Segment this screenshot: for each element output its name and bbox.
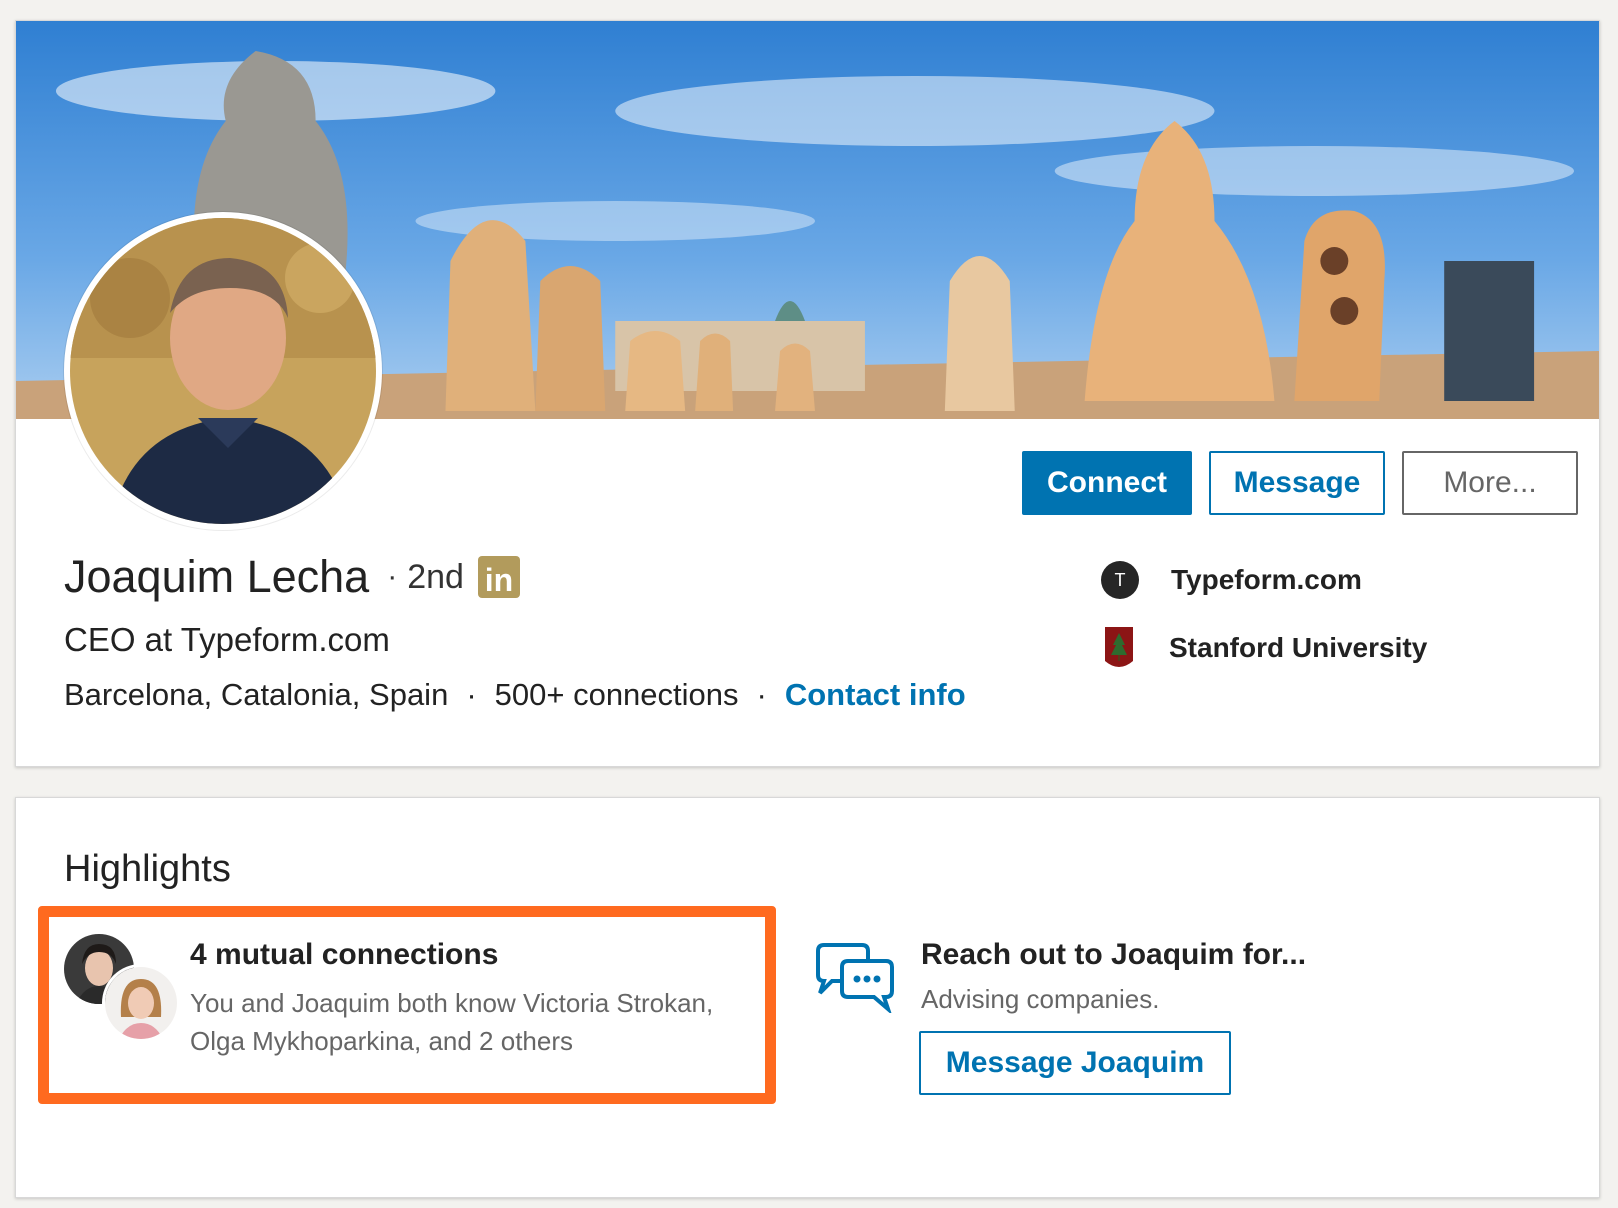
connection-degree: 2nd bbox=[407, 557, 464, 596]
connect-button[interactable]: Connect bbox=[1022, 451, 1192, 515]
name-row: Joaquim Lecha · 2nd in bbox=[64, 551, 520, 603]
profile-meta: Barcelona, Catalonia, Spain · 500+ conne… bbox=[64, 677, 966, 713]
meta-separator: · bbox=[756, 677, 767, 712]
profile-name: Joaquim Lecha bbox=[64, 551, 370, 602]
org-name: Stanford University bbox=[1169, 632, 1428, 663]
message-joaquim-button[interactable]: Message Joaquim bbox=[919, 1031, 1231, 1095]
org-stanford[interactable]: Stanford University bbox=[1101, 623, 1427, 673]
typeform-logo-icon: T bbox=[1101, 561, 1139, 599]
chat-bubbles-icon bbox=[816, 943, 894, 1013]
mutual-connections-title[interactable]: 4 mutual connections bbox=[190, 938, 498, 972]
highlights-card: Highlights 4 mutual connections You and … bbox=[15, 797, 1600, 1198]
org-typeform[interactable]: T Typeform.com bbox=[1101, 561, 1362, 599]
profile-avatar[interactable] bbox=[64, 212, 382, 530]
more-button[interactable]: More... bbox=[1402, 451, 1578, 515]
degree-separator: · bbox=[387, 560, 398, 593]
mutual-connections-description: You and Joaquim both know Victoria Strok… bbox=[190, 988, 714, 1056]
reach-out-description: Advising companies. bbox=[921, 984, 1160, 1014]
profile-headline: CEO at Typeform.com bbox=[64, 621, 390, 658]
connections-count: 500+ connections bbox=[494, 677, 739, 712]
org-name: Typeform.com bbox=[1171, 564, 1362, 595]
profile-card: Connect Message More... Joaquim Lecha · … bbox=[15, 20, 1600, 767]
message-button[interactable]: Message bbox=[1209, 451, 1385, 515]
profile-location: Barcelona, Catalonia, Spain bbox=[64, 677, 449, 712]
mutual-avatar bbox=[102, 964, 180, 1042]
mutual-connections-avatars[interactable] bbox=[64, 934, 180, 1044]
premium-badge-icon: in bbox=[477, 556, 520, 598]
contact-info-link[interactable]: Contact info bbox=[785, 677, 966, 713]
highlights-title: Highlights bbox=[64, 848, 231, 890]
reach-out-title: Reach out to Joaquim for... bbox=[921, 938, 1307, 971]
meta-separator: · bbox=[466, 677, 477, 712]
stanford-logo-icon bbox=[1105, 627, 1133, 667]
